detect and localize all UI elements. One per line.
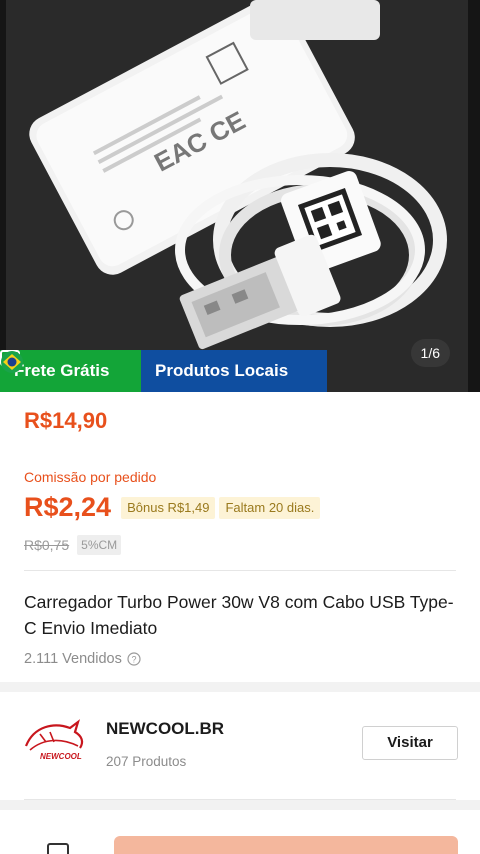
store-icon[interactable] <box>46 842 70 854</box>
product-photo-illustration: EAC CE <box>0 0 480 392</box>
sold-count-label: 2.111 Vendidos <box>24 651 122 667</box>
free-shipping-label: Frete Grátis <box>14 361 110 380</box>
product-price: R$14,90 <box>24 408 108 433</box>
product-image[interactable]: EAC CE 1/6 Frete Grátis Produtos Locais <box>0 0 480 392</box>
old-commission-row: R$0,75 5%CM <box>24 535 122 555</box>
divider <box>24 570 456 571</box>
commission-label: Comissão por pedido <box>24 469 157 485</box>
local-products-label: Produtos Locais <box>155 361 289 380</box>
bonus-badge: Bônus R$1,49 <box>121 496 216 519</box>
deadline-badge: Faltam 20 dias. <box>219 496 321 519</box>
product-title: Carregador Turbo Power 30w V8 com Cabo U… <box>24 592 454 638</box>
shop-logo[interactable]: NEWCOOL <box>20 716 88 762</box>
help-icon[interactable]: ? <box>127 652 141 666</box>
primary-action-button[interactable] <box>114 836 458 854</box>
svg-text:NEWCOOL: NEWCOOL <box>40 752 82 761</box>
commission-rate-badge: 5%CM <box>77 535 122 555</box>
svg-text:?: ? <box>131 655 136 665</box>
sold-count: 2.111 Vendidos ? <box>24 651 141 667</box>
visit-shop-button[interactable]: Visitar <box>362 726 458 760</box>
badge-row: Frete Grátis Produtos Locais <box>0 350 327 392</box>
product-detail-screen: EAC CE 1/6 Frete Grátis Produtos Locais … <box>0 0 480 854</box>
shop-product-count: 207 Produtos <box>106 754 187 769</box>
bottom-action-bar <box>0 810 480 854</box>
product-info-card: R$14,90 Comissão por pedido R$2,24 Bônus… <box>0 392 480 682</box>
shop-name[interactable]: NEWCOOL.BR <box>106 719 224 739</box>
shop-card: NEWCOOL NEWCOOL.BR 207 Produtos Visitar <box>0 692 480 800</box>
commission-value: R$2,24 <box>24 492 112 522</box>
commission-row: R$2,24 Bônus R$1,49 Faltam 20 dias. <box>24 492 324 523</box>
image-counter: 1/6 <box>410 339 450 367</box>
old-commission: R$0,75 <box>24 537 70 553</box>
divider <box>24 799 456 800</box>
local-products-badge: Produtos Locais <box>1 350 327 392</box>
